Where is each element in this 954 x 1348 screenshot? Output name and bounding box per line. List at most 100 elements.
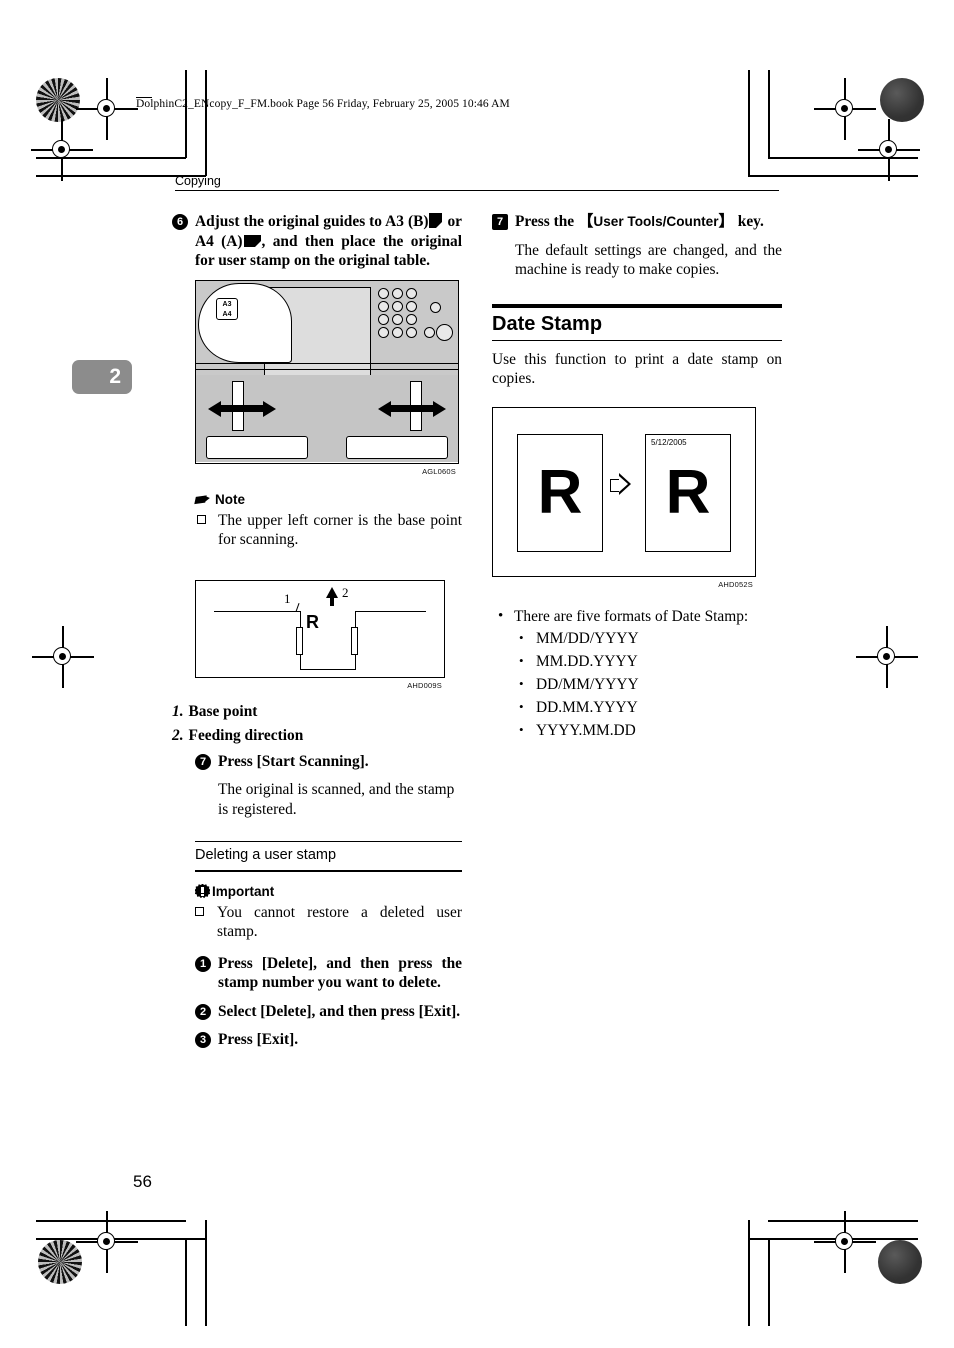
crop-line	[768, 70, 770, 158]
delete-step-1: 1 Press [Delete], and then press the sta…	[195, 954, 462, 993]
key-bracket-close: 】	[718, 213, 734, 230]
step-7-right: 7 Press the 【User Tools/Counter】 key.	[492, 212, 782, 232]
subsection-deleting-user-stamp: Deleting a user stamp Important You cann…	[195, 841, 462, 1050]
callout-a4: A4	[222, 310, 232, 318]
delete-step-2: 2 Select [Delete], and then press [Exit]…	[195, 1002, 462, 1022]
subsection-rule-bottom	[195, 870, 462, 872]
step-marker: 3	[195, 1032, 211, 1049]
subsection-title: Deleting a user stamp	[195, 847, 337, 864]
delete-step-2-text: Select [Delete], and then press [Exit].	[218, 1002, 461, 1020]
important-heading: Important	[195, 883, 462, 899]
step-marker: 7	[195, 753, 211, 770]
step-marker: 7	[492, 214, 508, 230]
crop-line	[205, 70, 207, 176]
density-target-bottom-right	[878, 1240, 922, 1284]
format-item: YYYY.MM.DD	[492, 718, 782, 742]
crop-line	[768, 1220, 918, 1222]
note-item-text: The upper left corner is the base point …	[218, 511, 462, 549]
crop-line	[36, 1220, 186, 1222]
square-bullet-icon	[195, 906, 204, 916]
registration-mark-bottom-right	[814, 1211, 876, 1273]
density-target-top-right	[880, 78, 924, 122]
document-page: DolphinC2_ENcopy_F_FM.book Page 56 Frida…	[0, 0, 954, 1348]
chapter-tab: 2	[72, 360, 132, 394]
landscape-orientation-icon	[243, 234, 261, 247]
figure-legend: 1. Base point 2. Feeding direction	[172, 700, 462, 748]
step-7: 7 Press [Start Scanning].	[195, 752, 462, 772]
note-item: The upper left corner is the base point …	[195, 511, 462, 550]
important-block: Important You cannot restore a deleted u…	[195, 883, 462, 942]
section-rule-bottom	[492, 339, 782, 341]
stamped-page: 5/12/2005 R	[645, 433, 731, 552]
right-column: 7 Press the 【User Tools/Counter】 key. Th…	[492, 212, 782, 742]
registration-mark-right-middle	[856, 626, 918, 688]
note-block: Note The upper left corner is the base p…	[194, 491, 462, 550]
label-1: 1	[284, 590, 291, 606]
section-intro: Use this function to print a date stamp …	[492, 350, 782, 388]
registration-mark-left-middle	[32, 626, 94, 688]
crop-line	[748, 70, 750, 176]
registration-mark-right-upper	[858, 119, 920, 181]
delete-step-1-text: Press [Delete], and then press the stamp…	[218, 954, 462, 992]
figure-date-stamp: R 5/12/2005 R AHD052S	[492, 406, 756, 589]
step-7-right-text: Press the 【User Tools/Counter】 key.	[515, 212, 782, 232]
section-heading: Date Stamp	[492, 312, 603, 335]
registration-mark-left-upper	[31, 119, 93, 181]
crop-line	[748, 175, 918, 177]
sheet-edge-right	[351, 626, 358, 655]
step-6: 6 Adjust the original guides to A3 (B) o…	[172, 212, 462, 271]
registration-mark-bottom-left	[76, 1211, 138, 1273]
formats-intro: There are five formats of Date Stamp:	[492, 606, 782, 627]
format-item: MM.DD.YYYY	[492, 649, 782, 673]
important-icon	[195, 883, 210, 899]
step-6-text: Adjust the original guides to A3 (B) or …	[195, 212, 462, 271]
format-item: DD/MM/YYYY	[492, 672, 782, 696]
page-letter: R	[537, 458, 583, 528]
file-header: DolphinC2_ENcopy_F_FM.book Page 56 Frida…	[136, 98, 510, 110]
square-bullet-icon	[197, 514, 206, 524]
step-7-right-body: The default settings are changed, and th…	[515, 241, 782, 279]
important-title: Important	[212, 883, 275, 899]
step-marker: 1	[195, 955, 211, 972]
copier-keypad	[378, 287, 453, 341]
page-letter: R	[665, 458, 711, 528]
sheet-letter: R	[306, 611, 319, 632]
format-item: DD.MM.YYYY	[492, 695, 782, 719]
paper-tray-left	[206, 435, 308, 459]
halftone-target-bottom-left	[38, 1240, 82, 1284]
figure-code: AHD009S	[407, 680, 442, 690]
crop-line	[205, 1220, 207, 1326]
running-head: Copying	[175, 174, 221, 188]
paper-tray-right	[346, 435, 448, 459]
registration-mark-top-right	[814, 78, 876, 140]
step-marker: 6	[172, 214, 188, 230]
delete-step-3-text: Press [Exit].	[218, 1031, 299, 1049]
left-column: 6 Adjust the original guides to A3 (B) o…	[172, 212, 462, 1059]
page-number: 56	[133, 1172, 152, 1191]
delete-step-3: 3 Press [Exit].	[195, 1030, 462, 1050]
key-label: User Tools/Counter	[593, 214, 719, 229]
note-title: Note	[215, 491, 245, 507]
important-item-text: You cannot restore a deleted user stamp.	[217, 903, 462, 941]
figure-code: AGL060S	[422, 466, 456, 476]
figure-code: AHD052S	[718, 579, 753, 589]
delete-steps: 1 Press [Delete], and then press the sta…	[195, 954, 462, 1050]
legend-item: 2. Feeding direction	[172, 724, 462, 748]
legend-number: 1.	[172, 702, 184, 720]
legend-number: 2.	[172, 726, 184, 744]
note-heading: Note	[194, 491, 462, 507]
step-7-body: The original is scanned, and the stamp i…	[218, 781, 455, 818]
section-date-stamp: Date Stamp	[492, 303, 782, 341]
legend-item: 1. Base point	[172, 700, 462, 724]
crop-line	[185, 1238, 187, 1326]
halftone-target-top-left	[36, 78, 80, 122]
paper-size-callout: A3 A4	[216, 297, 238, 320]
crop-line	[748, 1220, 750, 1326]
feed-direction-arrow-stem	[330, 595, 334, 606]
magnifier-callout	[198, 282, 292, 363]
step-7-text-after: key.	[733, 213, 764, 230]
figure-base-point: R 1 2 AHD009S	[195, 579, 445, 690]
date-formats-block: There are five formats of Date Stamp: MM…	[492, 606, 782, 742]
crop-line	[185, 70, 187, 158]
important-item: You cannot restore a deleted user stamp.	[195, 903, 462, 942]
